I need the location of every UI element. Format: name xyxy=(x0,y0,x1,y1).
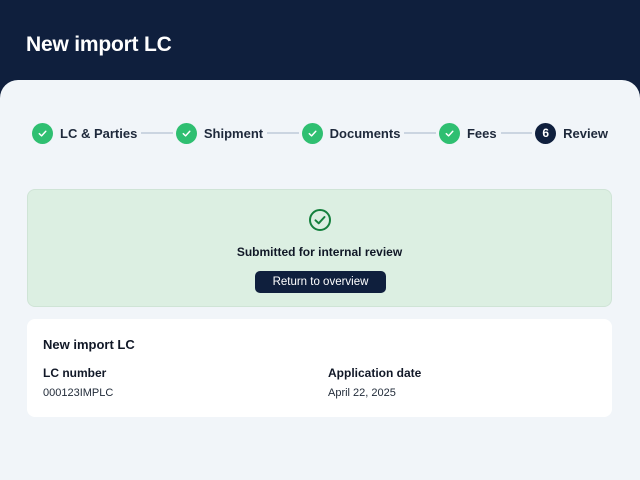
step-label: Documents xyxy=(329,125,401,141)
check-icon xyxy=(438,122,460,144)
main-panel: LC & Parties Shipment Documents Fees 6 R… xyxy=(0,80,640,480)
step-fees[interactable]: Fees xyxy=(438,122,497,144)
return-to-overview-button[interactable]: Return to overview xyxy=(255,271,386,293)
step-connector xyxy=(141,132,173,134)
success-message: Submitted for internal review xyxy=(236,245,403,259)
step-label: Shipment xyxy=(203,125,264,141)
progress-stepper: LC & Parties Shipment Documents Fees 6 R… xyxy=(32,122,608,144)
check-icon xyxy=(175,122,197,144)
check-icon xyxy=(32,122,53,144)
lc-number-label: LC number xyxy=(43,366,107,380)
success-banner: Submitted for internal review Return to … xyxy=(27,189,612,307)
lc-number-value: 000123IMPLC xyxy=(43,387,114,399)
check-circle-icon xyxy=(308,208,332,232)
check-icon xyxy=(301,122,323,144)
step-lc-parties[interactable]: LC & Parties xyxy=(32,122,138,144)
step-number: 6 xyxy=(535,122,557,144)
step-label: LC & Parties xyxy=(60,125,138,141)
step-shipment[interactable]: Shipment xyxy=(175,122,264,144)
step-label: Review xyxy=(563,125,608,141)
step-review[interactable]: 6 Review xyxy=(535,122,608,144)
step-label: Fees xyxy=(466,125,497,141)
step-documents[interactable]: Documents xyxy=(301,122,401,144)
step-connector xyxy=(404,132,436,134)
lc-summary-card: New import LC LC number 000123IMPLC Appl… xyxy=(27,319,612,417)
step-connector xyxy=(500,132,533,134)
card-title: New import LC xyxy=(43,337,135,352)
application-date-label: Application date xyxy=(328,366,422,380)
step-connector xyxy=(267,132,299,134)
page-title: New import LC xyxy=(26,33,172,56)
application-date-value: April 22, 2025 xyxy=(328,387,396,399)
